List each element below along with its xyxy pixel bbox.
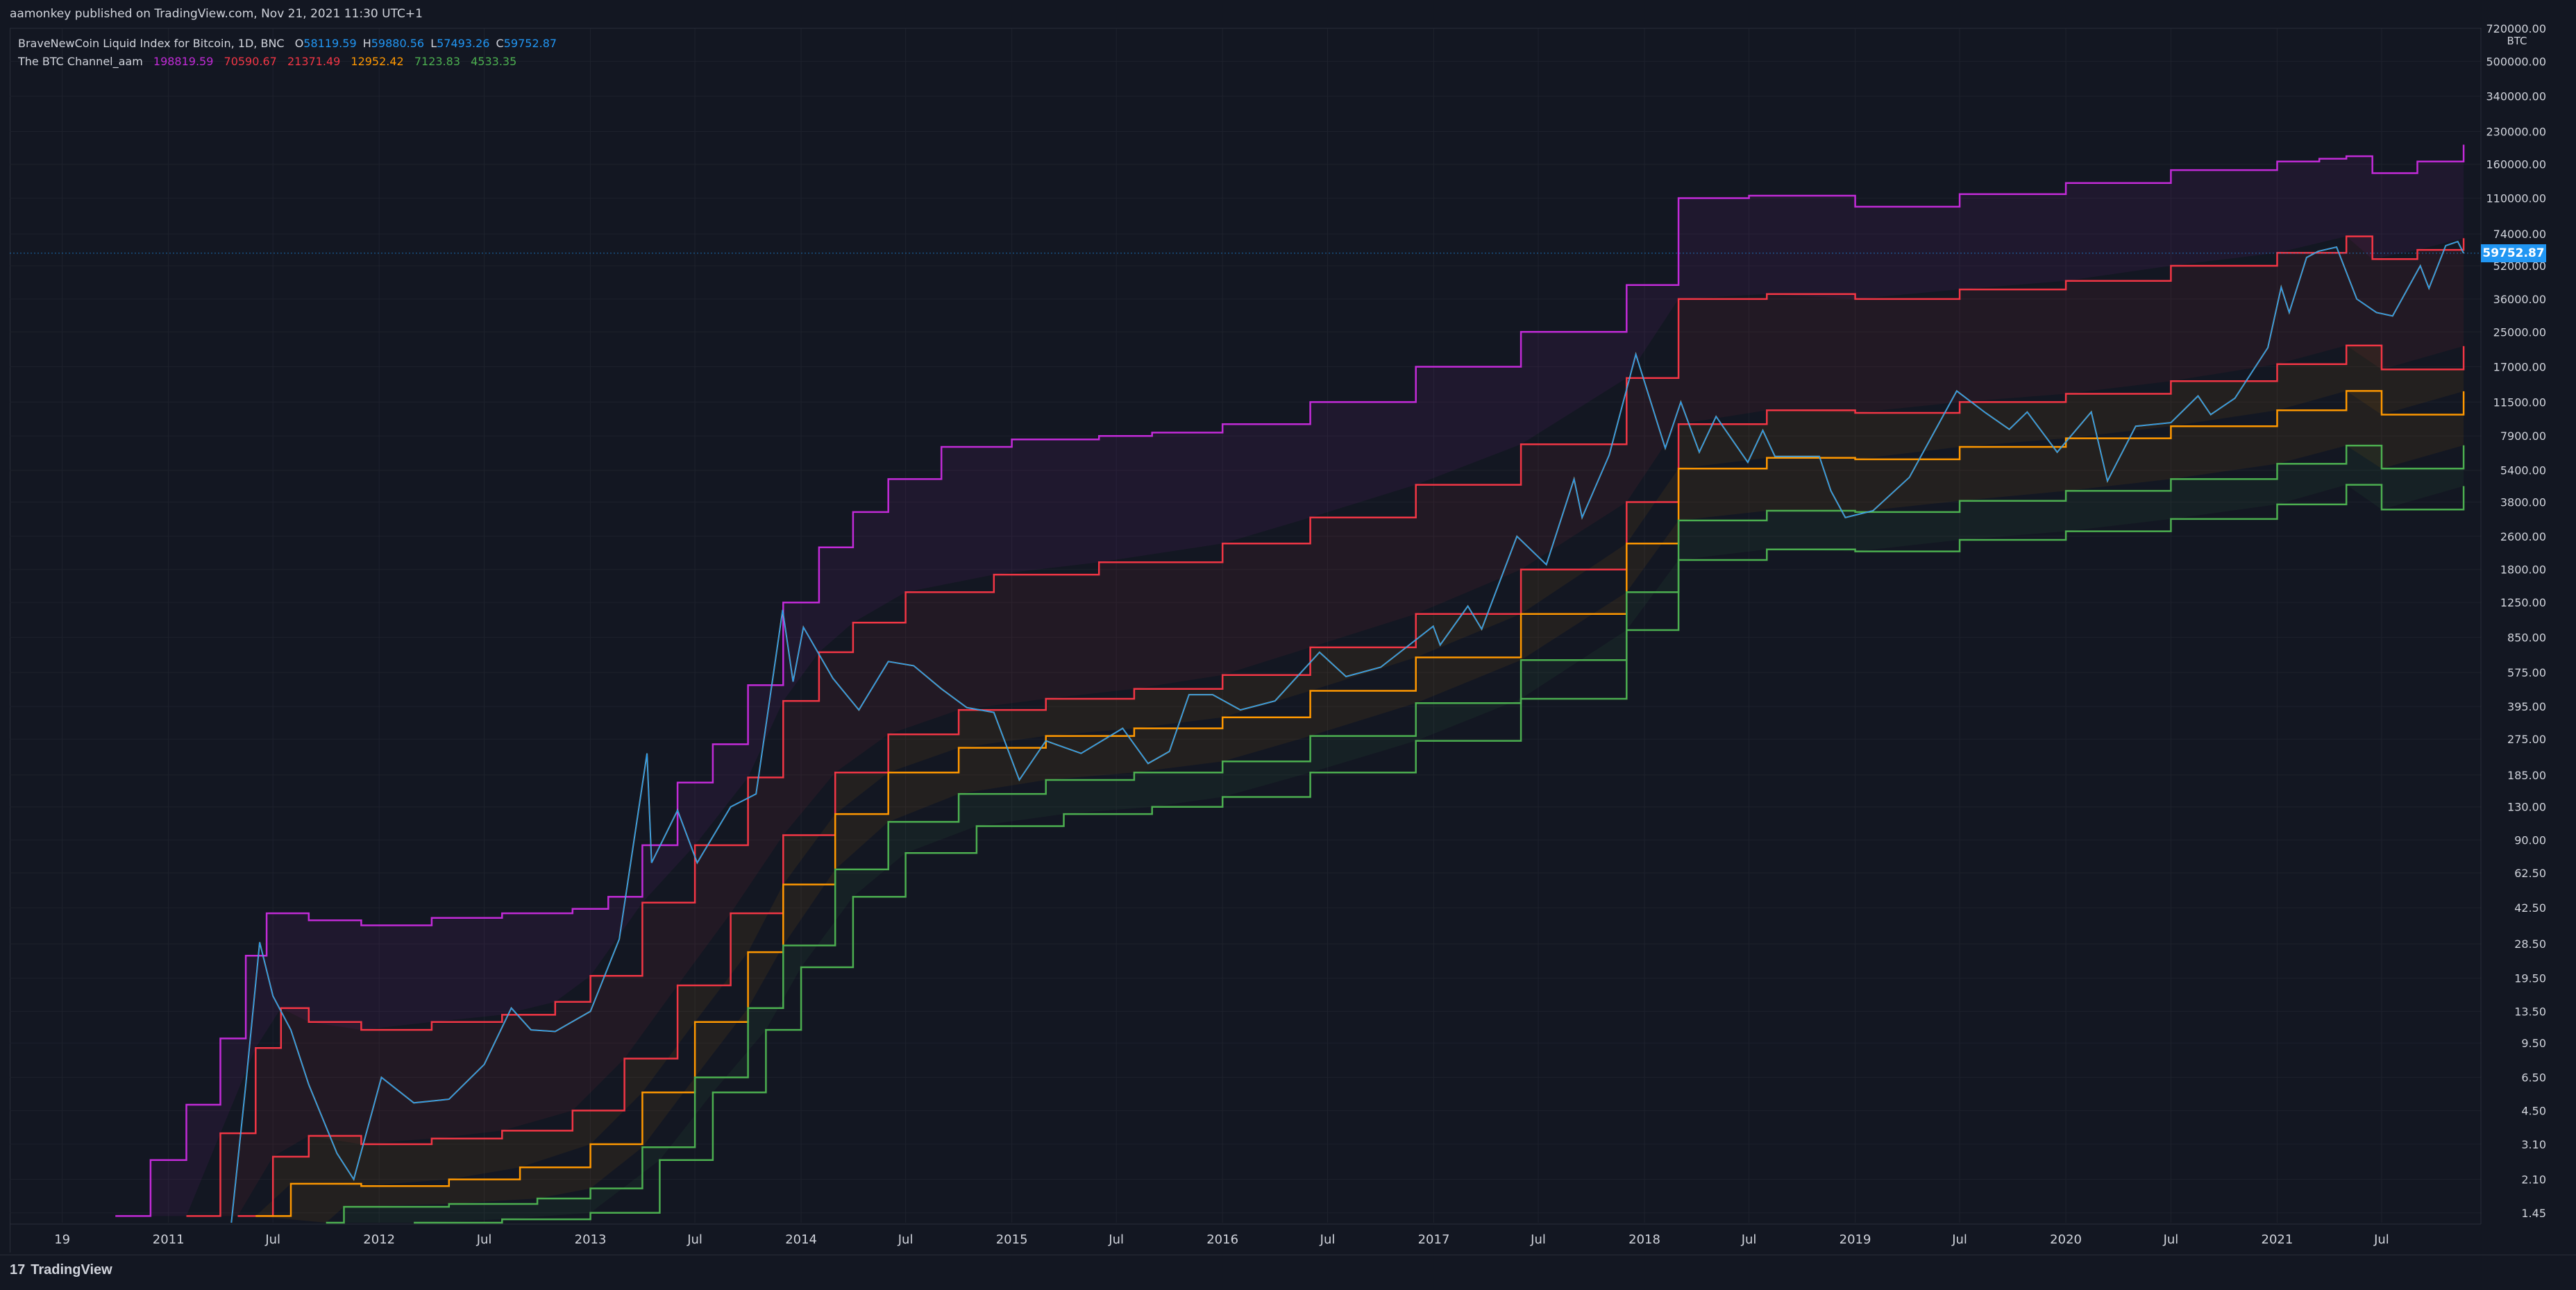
x-tick-label: 2019 (1840, 1232, 1871, 1247)
y-tick-label: 36000.00 (2493, 293, 2546, 306)
x-tick-label: Jul (1951, 1232, 1967, 1247)
y-tick-label: 2.10 (2521, 1173, 2546, 1187)
y-tick-label: 42.50 (2514, 901, 2546, 915)
tradingview-brand: TradingView (31, 1262, 112, 1278)
tradingview-logo-icon: 17 (10, 1262, 26, 1278)
indicator-value-1: 198819.59 (153, 55, 214, 68)
x-tick-label: Jul (898, 1232, 914, 1247)
x-tick-label: 2013 (575, 1232, 607, 1247)
y-tick-label: 13.50 (2514, 1005, 2546, 1018)
y-tick-label: 4.50 (2521, 1104, 2546, 1117)
tradingview-logo[interactable]: 17 TradingView (10, 1262, 112, 1278)
low-label: L (430, 37, 437, 50)
indicator-value-2: 70590.67 (224, 55, 277, 68)
y-tick-label: 5400.00 (2500, 464, 2546, 477)
x-tick-label: 2011 (153, 1232, 185, 1247)
indicator-value-6: 4533.35 (471, 55, 517, 68)
close-label: C (496, 37, 504, 50)
y-tick-label: 1.45 (2521, 1207, 2546, 1220)
y-tick-label: 90.00 (2514, 834, 2546, 847)
y-tick-label: 850.00 (2507, 631, 2546, 644)
price-axis-currency: BTC (2507, 35, 2527, 47)
x-tick-label: 2012 (363, 1232, 395, 1247)
indicator-value-3: 21371.49 (287, 55, 341, 68)
x-tick-label: Jul (2373, 1232, 2389, 1247)
x-tick-label: 2014 (785, 1232, 817, 1247)
y-tick-label: 9.50 (2521, 1037, 2546, 1050)
high-label: H (362, 37, 371, 50)
y-tick-label: 500000.00 (2486, 55, 2546, 68)
y-tick-label: 3800.00 (2500, 495, 2546, 509)
x-tick-label: 2020 (2050, 1232, 2082, 1247)
y-tick-label: 1800.00 (2500, 563, 2546, 577)
x-tick-label: 2018 (1628, 1232, 1660, 1247)
y-tick-label: 2600.00 (2500, 530, 2546, 543)
y-tick-label: 7900.00 (2500, 430, 2546, 443)
y-tick-label: 185.00 (2507, 769, 2546, 782)
symbol-name: BraveNewCoin Liquid Index for Bitcoin, 1… (18, 37, 285, 50)
x-tick-label: 19 (54, 1232, 70, 1247)
y-tick-label: 6.50 (2521, 1071, 2546, 1085)
y-tick-label: 11500.00 (2493, 396, 2546, 409)
y-tick-label: 3.10 (2521, 1138, 2546, 1151)
y-tick-label: 62.50 (2514, 867, 2546, 880)
chart-svg[interactable]: 720000.00 500000.00 340000.00 230000.00 1600… (0, 0, 2576, 1255)
footer: 17 TradingView (0, 1255, 2576, 1290)
x-tick-label: 2015 (996, 1232, 1028, 1247)
band-fill-layer (115, 144, 2464, 1223)
y-tick-label: 1250.00 (2500, 596, 2546, 609)
open-label: O (294, 37, 304, 50)
x-tick-label: 2017 (1418, 1232, 1450, 1247)
x-tick-label: Jul (1320, 1232, 1336, 1247)
close-value: 59752.87 (503, 37, 557, 50)
indicator-legend[interactable]: The BTC Channel_aam 198819.59 70590.67 2… (18, 55, 523, 68)
x-tick-label: Jul (476, 1232, 492, 1247)
indicator-value-4: 12952.42 (351, 55, 404, 68)
y-tick-label: 275.00 (2507, 733, 2546, 746)
y-tick-label: 720000.00 (2486, 22, 2546, 35)
x-tick-label: Jul (1108, 1232, 1124, 1247)
y-tick-label: 74000.00 (2493, 228, 2546, 241)
indicator-name: The BTC Channel_aam (18, 55, 143, 68)
symbol-legend[interactable]: BraveNewCoin Liquid Index for Bitcoin, 1… (18, 37, 559, 50)
x-tick-label: Jul (1530, 1232, 1546, 1247)
y-tick-label: 130.00 (2507, 801, 2546, 814)
indicator-value-5: 7123.83 (414, 55, 460, 68)
x-tick-label: Jul (2163, 1232, 2179, 1247)
y-tick-label: 19.50 (2514, 972, 2546, 985)
y-tick-label: 395.00 (2507, 700, 2546, 713)
x-tick-label: Jul (1741, 1232, 1757, 1247)
x-tick-label: 2021 (2262, 1232, 2293, 1247)
y-tick-label: 25000.00 (2493, 325, 2546, 339)
open-value: 58119.59 (303, 37, 357, 50)
low-value: 57493.26 (437, 37, 490, 50)
x-tick-label: Jul (264, 1232, 280, 1247)
y-tick-label: 340000.00 (2486, 90, 2546, 103)
y-tick-label: 230000.00 (2486, 126, 2546, 139)
last-price-badge: 59752.87 (2481, 244, 2546, 262)
x-tick-label: 2016 (1206, 1232, 1238, 1247)
x-tick-label: Jul (687, 1232, 702, 1247)
y-tick-label: 17000.00 (2493, 360, 2546, 373)
y-tick-label: 28.50 (2514, 937, 2546, 951)
y-tick-label: 160000.00 (2486, 158, 2546, 171)
y-tick-label: 110000.00 (2486, 192, 2546, 205)
y-tick-label: 575.00 (2507, 666, 2546, 679)
high-value: 59880.56 (371, 37, 425, 50)
